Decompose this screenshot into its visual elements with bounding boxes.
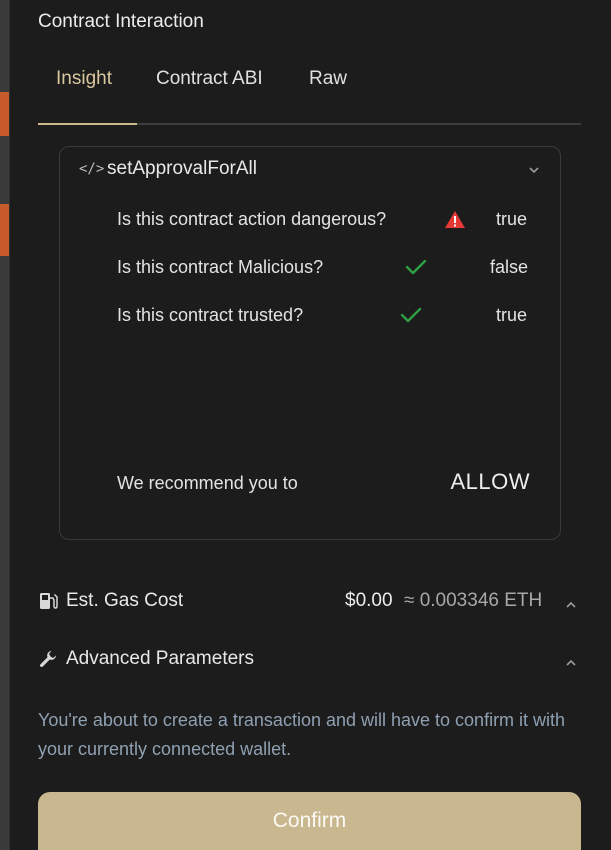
insight-card: </> setApprovalForAll Is this contract a… (59, 146, 561, 540)
check-answer-malicious: false (490, 257, 529, 277)
active-tab-indicator (38, 123, 137, 125)
contract-interaction-modal: Contract Interaction Insight Contract AB… (9, 0, 611, 850)
code-icon: </> (79, 161, 105, 177)
gas-cost-label: Est. Gas Cost (66, 590, 184, 611)
gas-cost-usd: $0.00 (345, 590, 393, 611)
wrench-icon (38, 649, 58, 674)
recommendation-label: We recommend you to (117, 473, 298, 493)
confirm-button[interactable]: Confirm (38, 792, 581, 850)
gas-pump-icon (38, 591, 58, 616)
tab-insight[interactable]: Insight (56, 68, 112, 90)
check-question-trusted: Is this contract trusted? (117, 305, 304, 325)
check-question-malicious: Is this contract Malicious? (117, 257, 324, 277)
tab-raw[interactable]: Raw (309, 68, 347, 90)
transaction-note: You're about to create a transaction and… (38, 710, 566, 759)
check-answer-dangerous: true (496, 209, 528, 229)
function-name: setApprovalForAll (107, 158, 257, 179)
chevron-up-icon[interactable] (565, 596, 577, 614)
check-icon (405, 259, 427, 280)
check-question-dangerous: Is this contract action dangerous? (117, 209, 387, 229)
chevron-down-icon[interactable] (528, 161, 540, 179)
gas-cost-eth: ≈ 0.003346 ETH (404, 590, 543, 611)
background-orange-tab (0, 204, 9, 256)
check-answer-trusted: true (496, 305, 528, 325)
tab-bar: Insight Contract ABI Raw (38, 64, 581, 126)
tab-contract-abi[interactable]: Contract ABI (156, 68, 263, 90)
chevron-up-icon[interactable] (565, 654, 577, 672)
warning-icon (444, 210, 466, 234)
check-icon (400, 307, 422, 328)
recommendation-value: ALLOW (450, 469, 530, 494)
modal-title: Contract Interaction (38, 11, 204, 32)
background-orange-tab (0, 92, 9, 136)
advanced-parameters-label[interactable]: Advanced Parameters (66, 648, 254, 670)
